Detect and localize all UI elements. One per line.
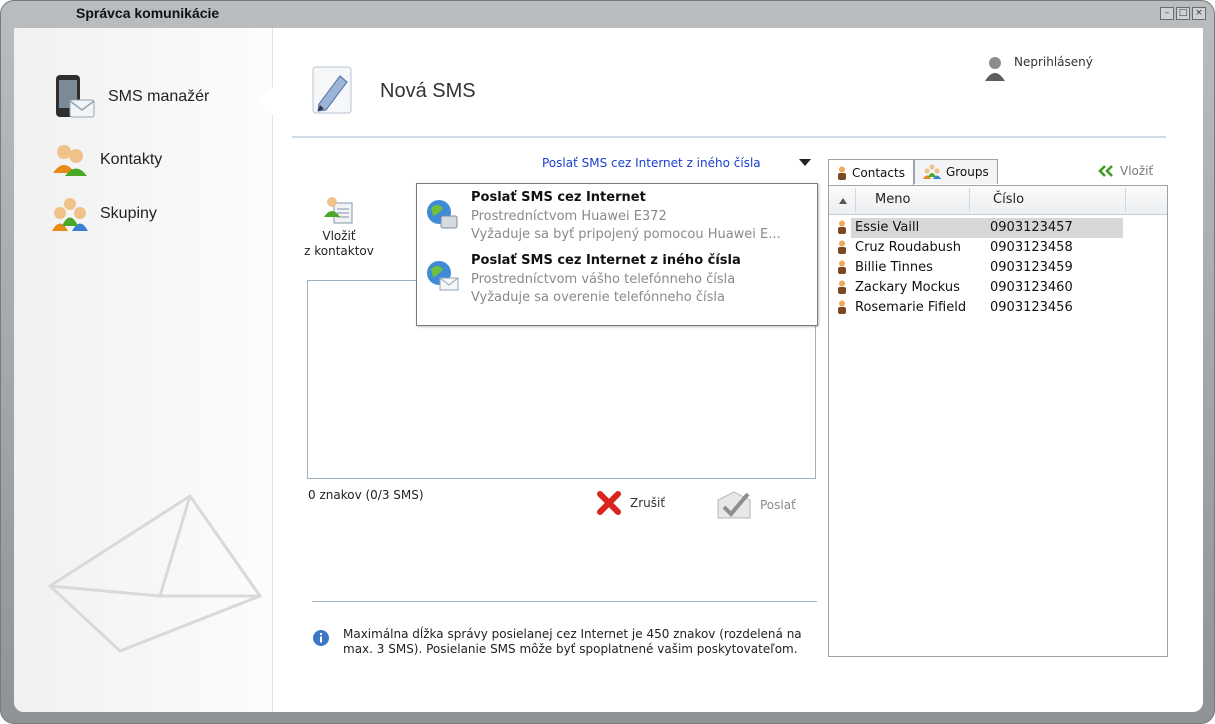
- insert-contacts-label-2: z kontaktov: [304, 244, 374, 258]
- option-title: Poslať SMS cez Internet: [471, 190, 646, 205]
- group-people-icon: [922, 164, 941, 179]
- groups-icon: [52, 198, 88, 231]
- cancel-label: Zrušiť: [630, 496, 666, 510]
- contact-person-icon: [838, 220, 846, 234]
- page-title: Nová SMS: [380, 80, 476, 102]
- insert-selected-button[interactable]: Vložiť: [1098, 164, 1153, 178]
- insert-label: Vložiť: [1120, 164, 1154, 178]
- info-text: Maximálna dĺžka správy posielanej cez In…: [343, 627, 802, 656]
- tab-label: Groups: [945, 165, 989, 179]
- new-sms-icon: [312, 66, 352, 114]
- column-separator: [969, 188, 970, 212]
- minimize-button[interactable]: –: [1160, 7, 1174, 20]
- send-option-internet[interactable]: Poslať SMS cez Internet Prostredníctvom …: [417, 184, 817, 248]
- app-window-frame: Správca komunikácie – □ × SMS manažér Ko…: [0, 0, 1215, 724]
- info-icon: [313, 630, 329, 646]
- send-label: Poslať: [760, 498, 796, 512]
- sidebar-item-sms-manager[interactable]: SMS manažér: [52, 74, 209, 120]
- contact-number: 0903123458: [990, 240, 1073, 255]
- main-panel: Nová SMS Neprihlásený Poslať SMS cez Int…: [272, 28, 1203, 712]
- window-controls: – □ ×: [1160, 7, 1206, 20]
- table-row[interactable]: Rosemarie Fifield 0903123456: [829, 298, 1167, 318]
- contact-name: Essie Vaill: [855, 220, 920, 235]
- contact-number: 0903123460: [990, 280, 1073, 295]
- insert-from-contacts-button[interactable]: Vložiť z kontaktov: [296, 195, 382, 259]
- globe-modem-icon: [427, 200, 458, 229]
- column-separator: [855, 188, 856, 212]
- contact-person-icon: [838, 300, 846, 314]
- contact-person-icon: [838, 240, 846, 254]
- sidebar-item-groups[interactable]: Skupiny: [52, 196, 157, 232]
- contact-person-icon: [838, 260, 846, 274]
- sort-ascending-icon[interactable]: [839, 198, 847, 204]
- character-counter: 0 znakov (0/3 SMS): [308, 488, 424, 502]
- table-row[interactable]: Cruz Roudabush 0903123458: [829, 238, 1167, 258]
- contact-person-icon: [838, 280, 846, 294]
- sidebar-item-label: Skupiny: [100, 205, 157, 222]
- cancel-button[interactable]: Zrušiť: [596, 490, 665, 516]
- phone-icon: [56, 75, 95, 118]
- contacts-table: Meno Číslo Essie Vaill 0903123457 Cruz R…: [828, 185, 1168, 657]
- sidebar-item-contacts[interactable]: Kontakty: [52, 143, 162, 177]
- table-row[interactable]: Essie Vaill 0903123457: [829, 218, 1167, 238]
- column-header-name[interactable]: Meno: [875, 192, 910, 207]
- user-icon: [985, 57, 1005, 81]
- window-title: Správca komunikácie: [76, 5, 220, 21]
- insert-contacts-icon: [324, 197, 353, 224]
- close-button[interactable]: ×: [1192, 7, 1206, 20]
- double-chevron-left-icon: [1098, 165, 1113, 177]
- send-option-other-number[interactable]: Poslať SMS cez Internet z iného čísla Pr…: [417, 251, 817, 315]
- option-line-1: Prostredníctvom vášho telefónneho čísla: [471, 272, 736, 287]
- contact-name: Cruz Roudabush: [855, 240, 961, 255]
- send-check-icon: [717, 491, 751, 519]
- send-method-selector[interactable]: Poslať SMS cez Internet z iného čísla: [542, 156, 761, 170]
- option-line-2: Vyžaduje sa overenie telefónneho čísla: [471, 290, 725, 305]
- contact-name: Zackary Mockus: [855, 280, 960, 295]
- envelope-watermark-icon: [47, 493, 263, 653]
- column-header-number[interactable]: Číslo: [993, 192, 1024, 207]
- option-line-2: Vyžaduje sa byť pripojený pomocou Huawei…: [471, 227, 781, 242]
- active-item-pointer: [258, 87, 273, 115]
- title-bar[interactable]: Správca komunikácie – □ ×: [1, 1, 1215, 28]
- user-status[interactable]: Neprihlásený: [1014, 55, 1093, 69]
- cancel-x-icon: [597, 491, 621, 515]
- contact-name: Rosemarie Fifield: [855, 300, 967, 315]
- contact-number: 0903123456: [990, 300, 1073, 315]
- table-row[interactable]: Billie Tinnes 0903123459: [829, 258, 1167, 278]
- contacts-icon: [53, 145, 87, 176]
- tab-label: Contacts: [852, 165, 905, 180]
- insert-contacts-label-1: Vložiť: [322, 229, 356, 243]
- table-row[interactable]: Zackary Mockus 0903123460: [829, 278, 1167, 298]
- caret-down-icon[interactable]: [799, 159, 811, 166]
- header-divider: [292, 136, 1166, 138]
- window-content: SMS manažér Kontakty Skupiny Nová SMS Ne…: [14, 28, 1203, 712]
- tab-contacts[interactable]: Contacts: [828, 159, 914, 185]
- contact-number: 0903123459: [990, 260, 1073, 275]
- option-title: Poslať SMS cez Internet z iného čísla: [471, 253, 741, 268]
- maximize-button[interactable]: □: [1176, 7, 1190, 20]
- sidebar: SMS manažér Kontakty Skupiny: [14, 28, 273, 712]
- column-separator: [1125, 188, 1126, 212]
- tab-groups[interactable]: Groups: [913, 159, 998, 184]
- send-button[interactable]: Poslať: [716, 490, 796, 520]
- sidebar-item-label: Kontakty: [100, 151, 163, 168]
- contact-number: 0903123457: [990, 220, 1073, 235]
- globe-mail-icon: [427, 261, 459, 291]
- contact-name: Billie Tinnes: [855, 260, 933, 275]
- table-header: Meno Číslo: [829, 186, 1167, 215]
- send-method-dropdown: Poslať SMS cez Internet Prostredníctvom …: [416, 183, 818, 326]
- sidebar-item-label: SMS manažér: [108, 88, 210, 105]
- contact-person-icon: [838, 166, 846, 180]
- info-divider: [312, 601, 817, 602]
- contacts-tabs: Contacts Groups: [828, 159, 998, 185]
- option-line-1: Prostredníctvom Huawei E372: [471, 209, 667, 224]
